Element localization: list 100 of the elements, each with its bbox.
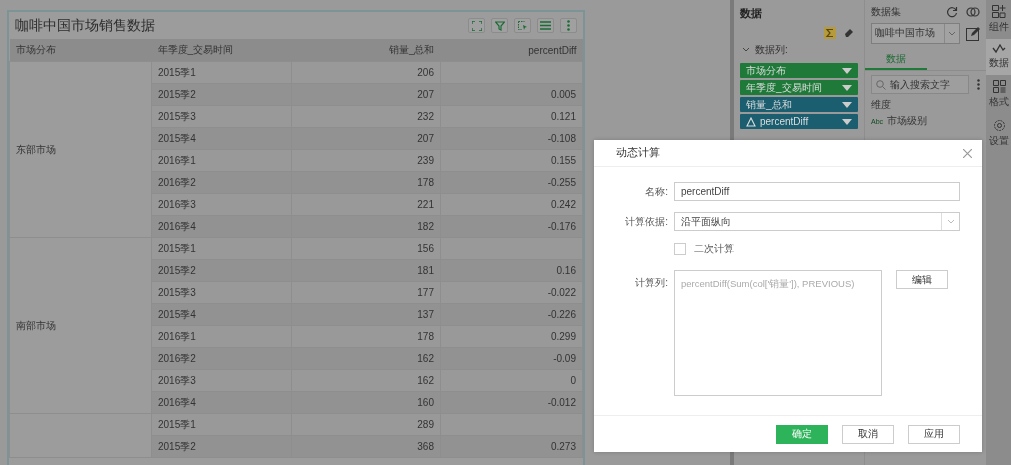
table-cell: 178 — [291, 171, 441, 194]
table-cell: 2016季2 — [151, 347, 292, 370]
checkbox[interactable] — [674, 243, 686, 255]
column-header: 销量_总和 — [291, 39, 441, 62]
more-icon[interactable] — [560, 18, 577, 33]
settings-icon — [992, 119, 1006, 132]
section-label: 维度 — [871, 98, 892, 112]
table-cell: 162 — [291, 347, 441, 370]
table-cell: 0 — [440, 369, 583, 392]
formula-field[interactable]: percentDiff(Sum(col['销量']), PREVIOUS) — [674, 270, 882, 396]
table-cell: 2015季3 — [151, 281, 292, 304]
table-cell: 2015季2 — [151, 435, 292, 458]
grid-plus-icon — [992, 5, 1006, 18]
table-cell: -0.108 — [440, 127, 583, 150]
sidebar-tab[interactable]: 设置 — [986, 114, 1011, 153]
table-cell: -0.012 — [440, 391, 583, 414]
triangle-icon — [746, 116, 756, 127]
table-cell: 177 — [291, 281, 441, 304]
search-field[interactable]: 输入搜索文字 — [871, 75, 969, 94]
eraser-icon[interactable] — [844, 28, 854, 38]
field-label: 计算依据: — [624, 214, 668, 229]
table-cell: 207 — [291, 83, 441, 106]
table-cell: 2016季1 — [151, 325, 292, 348]
table-cell: 137 — [291, 303, 441, 326]
dialog-title: 动态计算 — [616, 146, 660, 160]
refresh-icon[interactable] — [946, 6, 958, 18]
edit-button[interactable]: 编辑 — [896, 270, 948, 289]
panel-tab[interactable]: 数据 — [865, 50, 927, 70]
table-cell: 2016季3 — [151, 369, 292, 392]
table-cell: 368 — [291, 435, 441, 458]
column-header: 市场分布 — [9, 39, 152, 62]
table-cell: 2016季4 — [151, 215, 292, 238]
more-icon[interactable] — [977, 79, 980, 90]
table-cell: 239 — [291, 149, 441, 172]
table-cell: 0.005 — [440, 83, 583, 106]
table-cell: 162 — [291, 369, 441, 392]
panel-title: 数据集 — [871, 5, 902, 19]
sigma-icon[interactable] — [824, 27, 836, 39]
section-toggle[interactable]: 数据列: — [742, 43, 858, 57]
select-icon[interactable] — [514, 18, 531, 33]
field-chip[interactable]: percentDiff — [740, 114, 858, 129]
filter-icon[interactable] — [491, 18, 508, 33]
table-cell: 156 — [291, 237, 441, 260]
table-cell: 0.155 — [440, 149, 583, 172]
table-cell: 2015季4 — [151, 127, 292, 150]
field-item[interactable]: 市场级别 — [887, 114, 928, 128]
table-cell: 2015季2 — [151, 259, 292, 282]
table-cell: -0.226 — [440, 303, 583, 326]
table-cell: -0.255 — [440, 171, 583, 194]
table-cell: 206 — [291, 61, 441, 84]
table-cell: 160 — [291, 391, 441, 414]
column-header: 年季度_交易时间 — [151, 39, 292, 62]
name-field[interactable]: percentDiff — [674, 182, 960, 201]
edit-icon[interactable] — [966, 26, 980, 41]
close-icon[interactable] — [963, 148, 972, 158]
fullscreen-icon[interactable] — [468, 18, 485, 33]
column-header: percentDiff — [440, 39, 583, 62]
table-cell: 2015季1 — [151, 413, 292, 436]
confirm-button[interactable]: 确定 — [776, 424, 828, 444]
table-cell: 2016季3 — [151, 193, 292, 216]
table-cell: 2016季4 — [151, 391, 292, 414]
widget-title: 咖啡中国市场销售数据 — [15, 16, 155, 35]
table-cell: 2015季2 — [151, 83, 292, 106]
table-cell: 221 — [291, 193, 441, 216]
sidebar-tab[interactable]: 组件 — [986, 0, 1011, 39]
field-chip[interactable]: 年季度_交易时间 — [740, 80, 858, 95]
table-cell: 0.16 — [440, 259, 583, 282]
field-label: 名称: — [644, 184, 668, 199]
table-cell: 207 — [291, 127, 441, 150]
table-cell: 2016季1 — [151, 149, 292, 172]
table-cell: 东部市场 — [9, 61, 152, 238]
table-cell: 182 — [291, 215, 441, 238]
table-cell: -0.176 — [440, 215, 583, 238]
sidebar-tab[interactable]: 格式 — [986, 75, 1011, 114]
table-cell: 181 — [291, 259, 441, 282]
table-cell: 2016季2 — [151, 171, 292, 194]
field-chip[interactable]: 市场分布 — [740, 63, 858, 78]
dataset-select[interactable]: 咖啡中国市场 — [871, 23, 960, 44]
table-cell: 2015季1 — [151, 237, 292, 260]
layout-icon — [992, 80, 1006, 93]
dialog-button[interactable]: 取消 — [842, 424, 894, 444]
table-cell: 南部市场 — [9, 237, 152, 414]
table-cell: 2015季3 — [151, 105, 292, 128]
link-icon[interactable] — [966, 7, 980, 17]
table-cell: 178 — [291, 325, 441, 348]
list-icon[interactable] — [537, 18, 554, 33]
dialog-button[interactable]: 应用 — [908, 424, 960, 444]
sidebar-tab[interactable]: 数据 — [986, 39, 1011, 75]
table-cell: 0.273 — [440, 435, 583, 458]
search-icon — [876, 79, 886, 90]
basis-select[interactable]: 沿平面纵向 — [674, 212, 960, 231]
table-cell: -0.022 — [440, 281, 583, 304]
table-cell: 0.299 — [440, 325, 583, 348]
chevron-icon[interactable] — [948, 31, 956, 36]
table-cell: 2015季1 — [151, 61, 292, 84]
field-label: 计算列: — [634, 276, 668, 290]
field-chip[interactable]: 销量_总和 — [740, 97, 858, 112]
checkbox-label: 二次计算 — [694, 242, 734, 256]
line-chart-icon — [992, 44, 1006, 54]
table-cell: 232 — [291, 105, 441, 128]
